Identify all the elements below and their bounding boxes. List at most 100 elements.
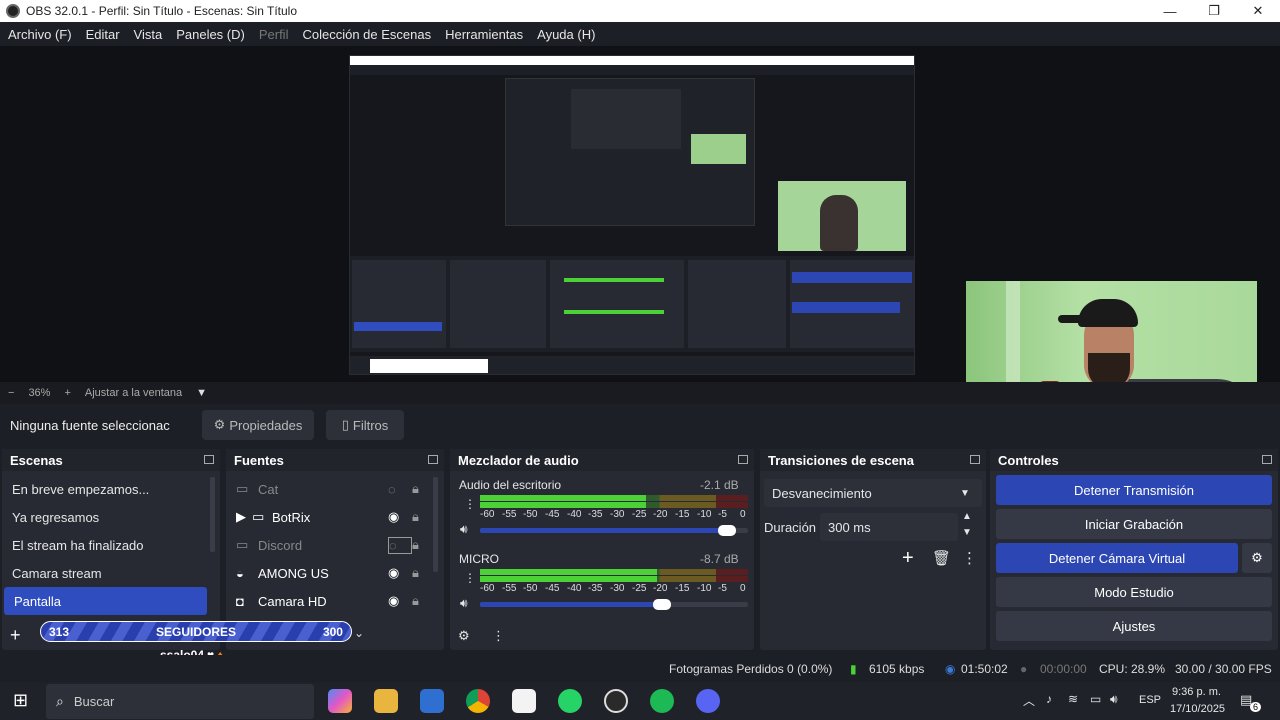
lock-icon[interactable]: 🔒︎ — [412, 537, 432, 553]
volume-slider[interactable] — [480, 525, 748, 536]
volume-slider-handle[interactable] — [653, 599, 671, 610]
stepper-up-icon[interactable]: ▲ — [962, 511, 972, 522]
discord-icon[interactable] — [696, 689, 720, 713]
scene-item[interactable]: Ya regresamos — [2, 503, 210, 531]
restore-button[interactable]: ❐ — [1192, 0, 1236, 22]
stepper-down-icon[interactable]: ▼ — [962, 527, 972, 538]
language-indicator[interactable]: ESP — [1139, 694, 1161, 706]
eye-hidden-icon[interactable]: ◌ — [388, 482, 412, 497]
studio-mode-button[interactable]: Modo Estudio — [996, 577, 1272, 607]
nested-taskbar — [350, 356, 914, 374]
settings-button[interactable]: Ajustes — [996, 611, 1272, 641]
volume-slider-handle[interactable] — [718, 525, 736, 536]
eye-hidden-icon[interactable]: ◌ — [388, 536, 412, 554]
virtual-camera-gear-icon[interactable]: ⚙ — [1242, 543, 1272, 573]
nested-inner-preview2 — [571, 89, 681, 149]
meter-tick-label: 0 — [740, 509, 746, 520]
stop-streaming-button[interactable]: Detener Transmisión — [996, 475, 1272, 505]
lock-icon[interactable]: 🔒︎ — [412, 509, 432, 525]
menu-archivo[interactable]: Archivo (F) — [8, 27, 72, 42]
channel-menu-icon[interactable]: ⋮ — [464, 571, 476, 585]
lock-icon[interactable]: 🔒︎ — [412, 565, 432, 581]
transition-menu-icon[interactable]: ⋮ — [962, 549, 977, 567]
menu-coleccion[interactable]: Colección de Escenas — [302, 27, 431, 42]
capcut-icon[interactable] — [512, 689, 536, 713]
expand-chevron-icon[interactable]: ▶ — [236, 509, 252, 525]
sources-scrollbar[interactable] — [433, 477, 438, 572]
scene-item-selected[interactable]: Pantalla — [4, 587, 207, 615]
source-item[interactable]: ◘ Camara HD ◉ 🔒︎ — [226, 587, 432, 615]
transition-select[interactable]: Desvanecimiento ▼ — [764, 479, 982, 507]
duration-value: 300 ms — [828, 519, 871, 535]
source-item[interactable]: ▭ Cat ◌ 🔒︎ — [226, 475, 432, 503]
source-item[interactable]: ◒ AMONG US ◉ 🔒︎ — [226, 559, 432, 587]
trash-icon[interactable]: 🗑︎ — [932, 549, 951, 567]
duration-input[interactable]: 300 ms — [820, 513, 958, 541]
channel-menu-icon[interactable]: ⋮ — [464, 497, 476, 511]
meter-tick-label: -35 — [588, 509, 603, 520]
clock-date[interactable]: 17/10/2025 — [1170, 703, 1225, 715]
whatsapp-icon[interactable] — [558, 689, 582, 713]
menu-vista[interactable]: Vista — [134, 27, 163, 42]
zoom-in-button[interactable]: + — [64, 387, 70, 399]
source-item[interactable]: ▭ Discord ◌ 🔒︎ — [226, 531, 432, 559]
obs-taskbar-icon[interactable] — [604, 689, 628, 713]
stop-virtual-camera-button[interactable]: Detener Cámara Virtual — [996, 543, 1238, 573]
zoom-dropdown-icon[interactable]: ▼ — [196, 387, 207, 399]
windows-start-icon[interactable]: ⊞ — [13, 690, 28, 711]
copilot-icon[interactable] — [328, 689, 352, 713]
add-transition-button[interactable]: + — [902, 547, 914, 570]
scene-item[interactable]: En breve empezamos... — [2, 475, 210, 503]
volume-slider[interactable] — [480, 599, 748, 610]
undock-icon[interactable] — [970, 455, 980, 464]
properties-button[interactable]: ⚙ Propiedades — [202, 410, 314, 440]
volume-tray-icon[interactable]: 🔊︎ — [1110, 692, 1118, 707]
menu-editar[interactable]: Editar — [86, 27, 120, 42]
store-icon[interactable] — [420, 689, 444, 713]
display-icon: ▭ — [236, 537, 249, 552]
microphone-icon[interactable]: ♪ — [1046, 692, 1052, 706]
spotify-icon[interactable] — [650, 689, 674, 713]
speaker-icon[interactable]: 🔊︎ — [460, 596, 468, 611]
filters-button[interactable]: ▯ Filtros — [326, 410, 404, 440]
meter-tick-label: -30 — [610, 509, 625, 520]
source-item[interactable]: ▶ ▭ BotRix ◉ 🔒︎ — [226, 503, 432, 531]
meter-level — [480, 569, 657, 575]
undock-icon[interactable] — [428, 455, 438, 464]
battery-icon[interactable]: ▭ — [1090, 692, 1101, 706]
undock-icon[interactable] — [204, 455, 214, 464]
menu-perfil: Perfil — [258, 26, 289, 42]
close-button[interactable]: ✕ — [1236, 0, 1280, 22]
menu-paneles[interactable]: Paneles (D) — [176, 27, 245, 42]
menu-herramientas[interactable]: Herramientas — [445, 27, 523, 42]
chrome-icon[interactable] — [466, 689, 490, 713]
scene-item[interactable]: El stream ha finalizado — [2, 531, 210, 559]
source-label: AMONG US — [258, 565, 329, 581]
tray-chevron-icon[interactable]: ︿ — [1023, 692, 1035, 709]
lock-icon[interactable]: 🔒︎ — [412, 593, 432, 609]
meter-tick-label: -40 — [567, 509, 582, 520]
lock-icon[interactable]: 🔒︎ — [412, 481, 432, 497]
eye-icon[interactable]: ◉ — [388, 565, 412, 581]
meter-tick-label: -50 — [523, 509, 538, 520]
zoom-out-button[interactable]: − — [8, 387, 14, 399]
undock-icon[interactable] — [1262, 455, 1272, 464]
clock-time[interactable]: 9:36 p. m. — [1172, 686, 1221, 698]
add-scene-button[interactable]: + — [10, 625, 21, 646]
taskbar-search[interactable]: ⌕ Buscar — [46, 684, 314, 719]
scenes-scrollbar[interactable] — [210, 477, 215, 552]
start-recording-button[interactable]: Iniciar Grabación — [996, 509, 1272, 539]
scene-item[interactable]: Camara stream — [2, 559, 210, 587]
eye-icon[interactable]: ◉ — [388, 509, 412, 525]
speaker-icon[interactable]: 🔊︎ — [460, 522, 468, 537]
scenes-dropdown-icon[interactable]: ⌄ — [354, 626, 364, 640]
advanced-audio-gear-icon[interactable]: ⚙ — [458, 628, 470, 644]
mixer-menu-icon[interactable]: ⋮ — [492, 628, 505, 644]
minimize-button[interactable]: — — [1148, 0, 1192, 22]
wifi-icon[interactable]: ≋ — [1068, 692, 1078, 706]
eye-icon[interactable]: ◉ — [388, 593, 412, 609]
menu-ayuda[interactable]: Ayuda (H) — [537, 27, 595, 42]
undock-icon[interactable] — [738, 455, 748, 464]
zoom-bar: − 36% + Ajustar a la ventana ▼ — [0, 382, 1280, 404]
file-explorer-icon[interactable] — [374, 689, 398, 713]
